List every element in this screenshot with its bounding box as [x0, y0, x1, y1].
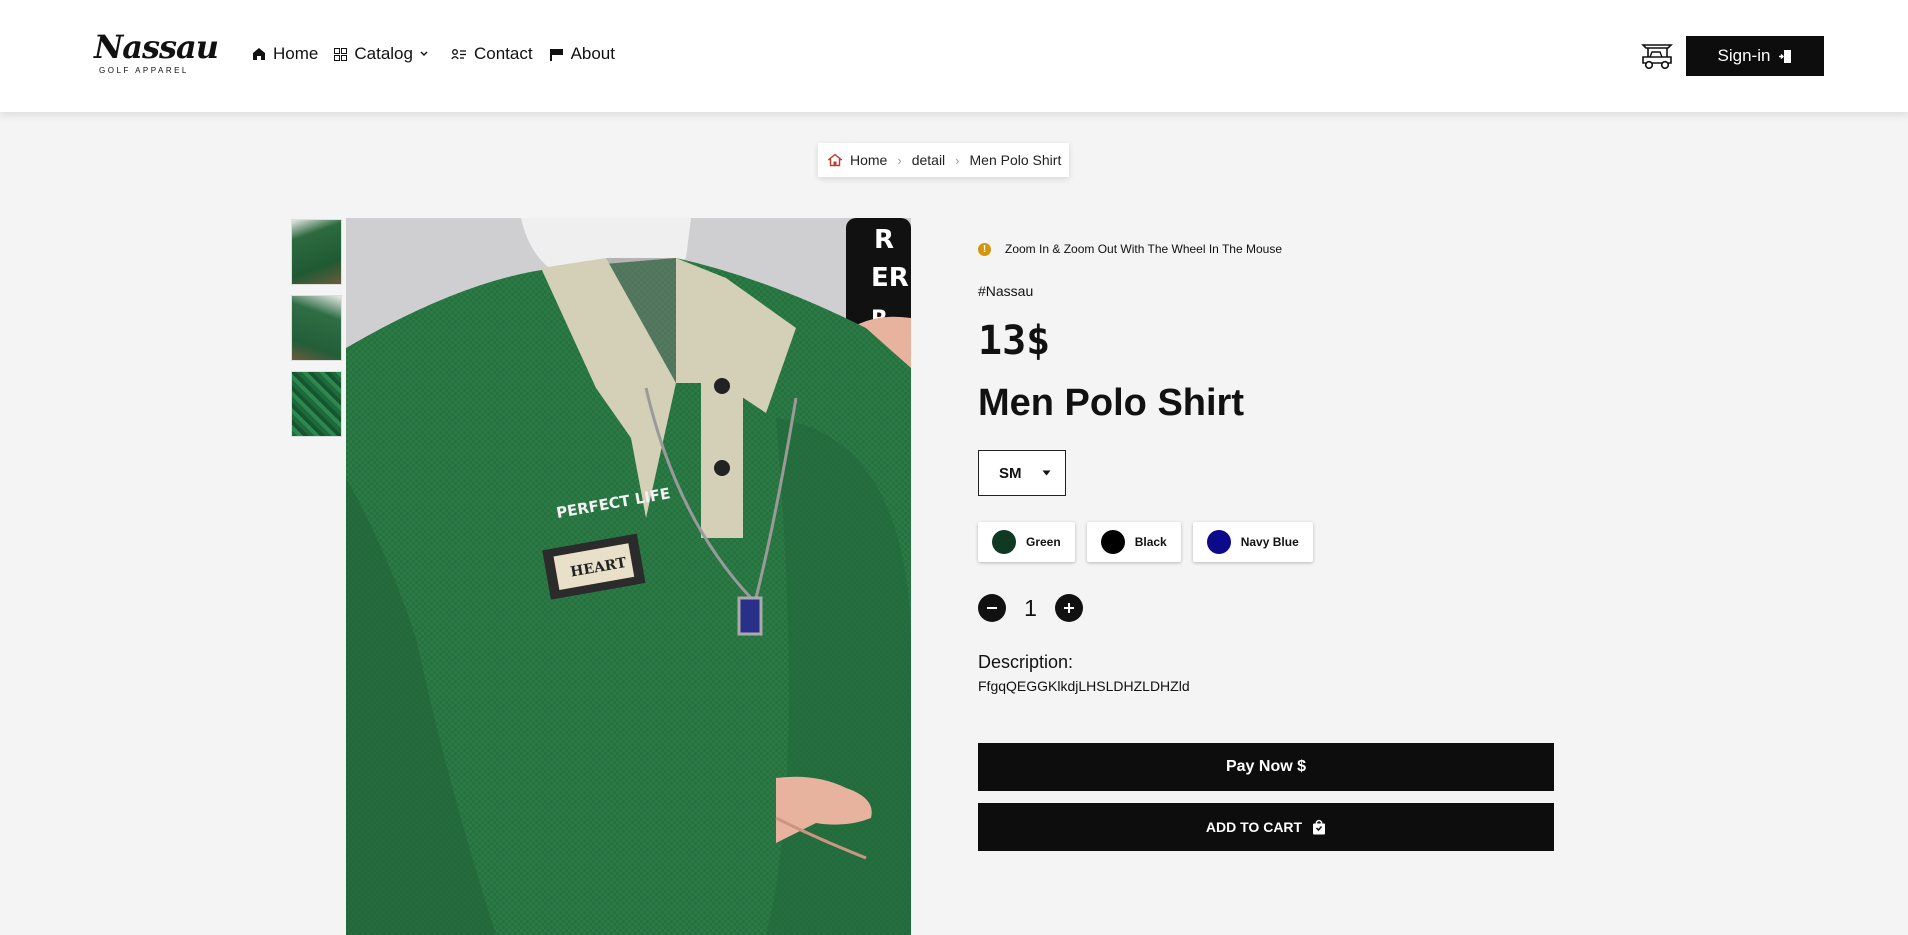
increase-quantity-button[interactable] [1055, 594, 1083, 622]
color-label: Black [1134, 535, 1167, 549]
breadcrumb: Home › detail › Men Polo Shirt [818, 143, 1070, 177]
pay-now-button[interactable]: Pay Now $ [978, 743, 1554, 791]
logo-subtitle: GOLF APPAREL [99, 66, 189, 75]
nav-item-home[interactable]: Home [252, 44, 318, 64]
size-select[interactable]: SM [978, 450, 1066, 496]
chevron-down-icon [420, 51, 428, 56]
nav-label: Catalog [354, 44, 413, 63]
door-enter-icon [1779, 49, 1792, 63]
nav-item-contact[interactable]: Contact [451, 44, 533, 64]
breadcrumb-separator: › [955, 152, 960, 168]
sign-in-label: Sign-in [1717, 46, 1771, 65]
product-main-image[interactable]: R ER R PERFECT LIFE HEART [346, 218, 911, 935]
color-swatch [1100, 530, 1125, 554]
add-to-cart-label: ADD TO CART [1205, 819, 1303, 835]
svg-text:R: R [874, 225, 894, 255]
product-title: Men Polo Shirt [978, 382, 1244, 424]
breadcrumb-detail[interactable]: detail [912, 152, 945, 168]
product-thumbnail-3[interactable] [291, 371, 342, 437]
quantity-stepper: 1 [978, 594, 1083, 622]
plus-icon [1064, 603, 1074, 613]
svg-text:ER: ER [871, 263, 909, 293]
flag-icon [549, 48, 563, 61]
logo-wordmark: Nassau [94, 28, 219, 66]
color-swatch [1206, 530, 1231, 554]
main-nav: Home Catalog Contact About [252, 44, 631, 64]
nav-label: About [570, 44, 615, 63]
minus-icon [987, 607, 997, 609]
color-label: Green [1026, 535, 1061, 549]
description-text: FfgqQEGGKlkdjLHSLDHZLDHZld [978, 678, 1190, 694]
home-icon [253, 48, 265, 60]
zoom-tip-text: Zoom In & Zoom Out With The Wheel In The… [1005, 242, 1283, 256]
add-to-cart-button[interactable]: ADD TO CART [978, 803, 1554, 851]
zoom-tip: ! Zoom In & Zoom Out With The Wheel In T… [978, 242, 1282, 256]
decrease-quantity-button[interactable] [978, 594, 1006, 622]
breadcrumb-current: Men Polo Shirt [969, 152, 1062, 168]
sign-in-button[interactable]: Sign-in [1686, 36, 1824, 76]
info-icon: ! [978, 242, 991, 256]
breadcrumb-home[interactable]: Home [850, 152, 887, 168]
nav-item-catalog[interactable]: Catalog [334, 44, 435, 64]
grid-icon [334, 47, 348, 61]
pay-now-label: Pay Now $ [1225, 758, 1307, 775]
color-label: Navy Blue [1240, 535, 1299, 549]
product-thumbnail-2[interactable] [291, 295, 342, 361]
logo[interactable]: Nassau GOLF APPAREL [94, 28, 219, 78]
size-select-value: SM [999, 464, 1022, 482]
polo-shirt-photo: R ER R PERFECT LIFE HEART [346, 218, 911, 935]
golf-cart-icon[interactable] [1640, 42, 1674, 70]
nav-label: Contact [473, 44, 533, 63]
site-header: Nassau GOLF APPAREL Home Catalog Contact… [0, 0, 1908, 112]
caret-down-icon [1042, 470, 1051, 476]
product-thumbnail-1[interactable] [291, 219, 342, 285]
nav-label: Home [273, 44, 319, 63]
color-options: Green Black Navy Blue [978, 522, 1313, 562]
color-option-black[interactable]: Black [1086, 522, 1181, 562]
breadcrumb-separator: › [897, 152, 902, 168]
home-icon [828, 153, 842, 167]
color-option-green[interactable]: Green [978, 522, 1075, 562]
color-option-navy-blue[interactable]: Navy Blue [1192, 522, 1313, 562]
contact-card-icon [451, 49, 466, 60]
product-tag: #Nassau [978, 283, 1034, 299]
quantity-value: 1 [1024, 594, 1037, 621]
nav-item-about[interactable]: About [549, 44, 615, 64]
product-price: 13$ [978, 318, 1051, 364]
description-label: Description: [978, 652, 1074, 672]
color-swatch [992, 530, 1016, 554]
shopping-bag-icon [1313, 819, 1326, 835]
